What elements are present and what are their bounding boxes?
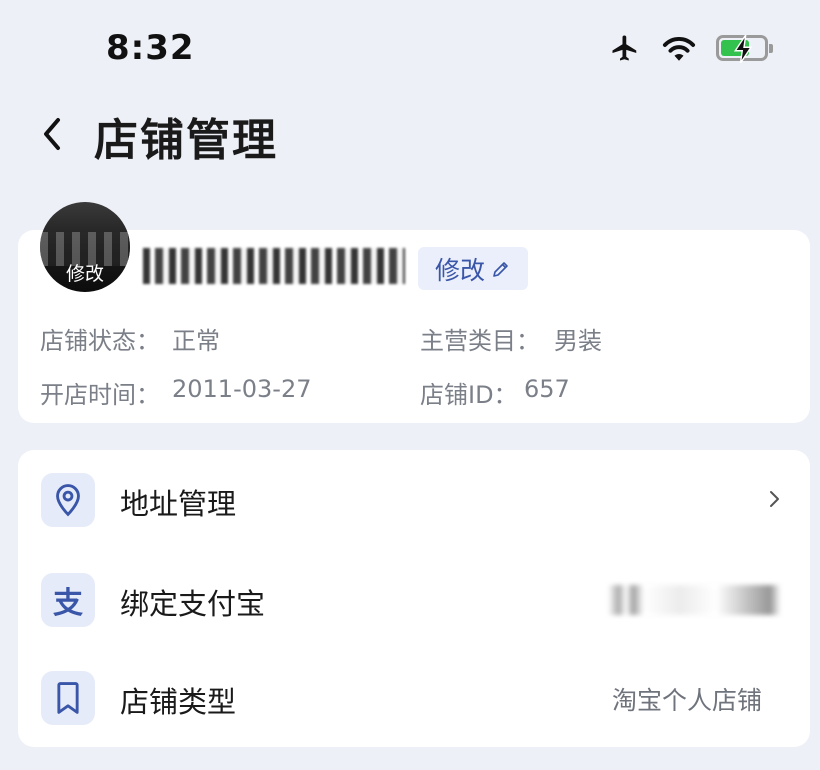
shop-info-card: 店铺状态： 正常 主营类目： 男装 开店时间： 2011-03-27 店铺ID：… — [18, 230, 810, 423]
menu-item-bind-alipay[interactable]: 支 绑定支付宝 — [18, 553, 810, 649]
alipay-account-blurred — [608, 585, 788, 615]
settings-menu-card: 地址管理 支 绑定支付宝 店铺类型 淘宝个人店铺 — [18, 450, 810, 747]
avatar-edit-label: 修改 — [65, 263, 104, 285]
page-title: 店铺管理 — [94, 115, 278, 166]
open-date-label: 开店时间： — [40, 381, 160, 409]
menu-item-address[interactable]: 地址管理 — [18, 453, 810, 549]
edit-shop-name-button[interactable]: 修改 — [418, 247, 528, 290]
shop-type-value: 淘宝个人店铺 — [611, 686, 762, 715]
shop-id-value: 657 — [524, 375, 570, 403]
airplane-icon — [612, 35, 637, 61]
wifi-icon — [662, 37, 696, 61]
menu-item-shop-type[interactable]: 店铺类型 淘宝个人店铺 — [18, 651, 810, 747]
menu-item-label: 绑定支付宝 — [120, 587, 266, 621]
bookmark-icon — [41, 671, 95, 725]
shop-avatar[interactable]: 修改 — [40, 202, 130, 292]
shop-name-blurred — [143, 248, 405, 284]
location-pin-icon — [41, 473, 95, 527]
shop-status-value: 正常 — [172, 327, 220, 355]
redaction-blur — [582, 375, 652, 405]
shop-status-label: 店铺状态： — [40, 327, 160, 355]
shop-id-label: 店铺ID： — [420, 381, 518, 409]
menu-item-label: 店铺类型 — [120, 685, 237, 719]
status-bar: 8:32 — [0, 0, 820, 100]
chevron-right-icon — [770, 491, 779, 507]
alipay-icon: 支 — [41, 573, 95, 627]
nav-bar: 店铺管理 — [0, 100, 820, 170]
alipay-icon-glyph: 支 — [53, 586, 83, 621]
menu-item-label: 地址管理 — [120, 487, 237, 521]
main-category-value: 男装 — [554, 327, 602, 355]
open-date-value: 2011-03-27 — [172, 375, 312, 403]
pencil-icon — [493, 261, 508, 277]
edit-button-label: 修改 — [434, 255, 485, 285]
main-category-label: 主营类目： — [420, 327, 540, 355]
battery-charging-icon — [716, 35, 773, 63]
status-icons — [608, 33, 773, 63]
status-time: 8:32 — [106, 28, 195, 68]
chevron-left-icon[interactable] — [38, 114, 68, 154]
